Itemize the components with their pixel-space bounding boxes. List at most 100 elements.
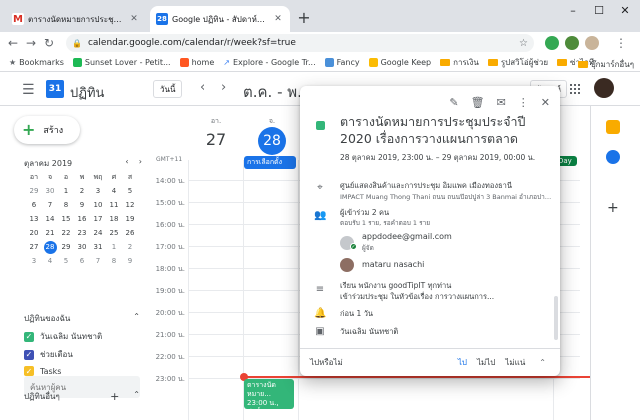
- email-icon[interactable]: ✉: [497, 96, 506, 109]
- mini-day[interactable]: 10: [90, 198, 106, 212]
- tab-gmail[interactable]: M ตารางนัดหมายการประชุมประจำปี 2020 ✕: [6, 6, 146, 32]
- mini-day[interactable]: 1: [106, 240, 122, 254]
- rsvp-maybe-button[interactable]: ไม่แน่: [505, 356, 525, 369]
- mini-day[interactable]: 18: [106, 212, 122, 226]
- mini-day[interactable]: 30: [42, 184, 58, 198]
- mini-day[interactable]: 2: [74, 184, 90, 198]
- checkbox-icon[interactable]: ✓: [24, 349, 34, 360]
- extension-icon[interactable]: [545, 36, 559, 50]
- mini-day[interactable]: 9: [74, 198, 90, 212]
- mini-day[interactable]: 17: [90, 212, 106, 226]
- delete-icon[interactable]: 🗑: [471, 96, 485, 109]
- reload-icon[interactable]: ↻: [40, 36, 58, 50]
- mini-day[interactable]: 13: [26, 212, 42, 226]
- mini-day[interactable]: 6: [26, 198, 42, 212]
- checkbox-icon[interactable]: ✓: [24, 366, 34, 376]
- previous-week-icon[interactable]: ‹: [200, 80, 205, 95]
- bookmark-item[interactable]: Sunset Lover - Petit...: [72, 58, 171, 67]
- close-icon[interactable]: ✕: [128, 14, 140, 24]
- mini-day[interactable]: 22: [58, 226, 74, 240]
- checkbox-icon[interactable]: ✓: [24, 331, 34, 342]
- mini-day[interactable]: 4: [42, 254, 58, 268]
- mini-day[interactable]: 9: [122, 254, 138, 268]
- bookmark-item[interactable]: ↗ Explore - Google Tr...: [223, 58, 315, 67]
- keep-icon[interactable]: [606, 120, 620, 134]
- event-block[interactable]: ตารางนัดหมาย... 23:00 น., ศูนย์แ: [244, 379, 294, 409]
- tasks-icon[interactable]: [606, 150, 620, 164]
- mini-day[interactable]: 24: [90, 226, 106, 240]
- popup-scrollbar[interactable]: [554, 296, 558, 340]
- other-calendars-header[interactable]: ปฏิทินอื่นๆ + ⌃: [24, 390, 140, 403]
- allday-event-chip[interactable]: การเลือกตั้ง: [244, 156, 296, 169]
- mini-day[interactable]: 12: [122, 198, 138, 212]
- other-bookmarks[interactable]: บุ๊กมาร์กอื่นๆ: [577, 58, 634, 71]
- mini-day[interactable]: 5: [122, 184, 138, 198]
- mini-day[interactable]: 29: [58, 240, 74, 254]
- maximize-button[interactable]: ☐: [588, 4, 610, 17]
- minimize-button[interactable]: –: [562, 4, 584, 17]
- my-calendars-header[interactable]: ปฏิทินของฉัน ⌃: [24, 312, 140, 325]
- tab-calendar[interactable]: 28 Google ปฏิทิน - สัปดาห์ของวันที่ 27..…: [150, 6, 290, 32]
- bookmark-item[interactable]: ★ Bookmarks: [9, 58, 64, 67]
- next-week-icon[interactable]: ›: [221, 80, 226, 95]
- create-button[interactable]: + สร้าง: [14, 116, 80, 144]
- bookmark-folder[interactable]: การเงิน: [440, 56, 479, 69]
- mini-day[interactable]: 3: [26, 254, 42, 268]
- mini-day[interactable]: 15: [58, 212, 74, 226]
- calendar-list-item[interactable]: ✓ Tasks: [24, 366, 61, 376]
- chevron-right-icon[interactable]: ›: [139, 157, 142, 166]
- bookmark-item[interactable]: home: [179, 58, 214, 67]
- mini-day[interactable]: 21: [42, 226, 58, 240]
- mini-day[interactable]: 7: [90, 254, 106, 268]
- calendar-list-item[interactable]: ✓ วันเฉลิม นันทชาติ: [24, 330, 102, 343]
- chevron-up-icon[interactable]: ⌃: [539, 358, 546, 367]
- main-menu-icon[interactable]: ☰: [22, 82, 35, 98]
- profile-icon[interactable]: [585, 36, 599, 50]
- bookmark-star-icon[interactable]: ☆: [519, 38, 528, 49]
- location-name[interactable]: ศูนย์แสดงสินค้าและการประชุม อิมแพค เมือง…: [340, 180, 555, 192]
- mini-day[interactable]: 8: [106, 254, 122, 268]
- day-number[interactable]: 27: [196, 130, 236, 149]
- add-calendar-icon[interactable]: +: [110, 390, 119, 403]
- avatar[interactable]: [594, 78, 614, 98]
- close-icon[interactable]: ✕: [272, 14, 284, 24]
- today-day-number[interactable]: 28: [258, 127, 286, 155]
- mini-day[interactable]: 11: [106, 198, 122, 212]
- bookmark-item[interactable]: Google Keep: [368, 58, 431, 67]
- more-options-icon[interactable]: ⋮: [518, 96, 529, 109]
- guest-email[interactable]: mataru nasachi: [362, 260, 424, 269]
- extension-icon[interactable]: [565, 36, 579, 50]
- guest-email[interactable]: appdodee@gmail.com: [362, 232, 452, 241]
- mini-day[interactable]: 29: [26, 184, 42, 198]
- mini-day[interactable]: 25: [106, 226, 122, 240]
- mini-day[interactable]: 16: [74, 212, 90, 226]
- mini-day[interactable]: 4: [106, 184, 122, 198]
- bookmark-item[interactable]: Fancy: [324, 58, 360, 67]
- back-icon[interactable]: ←: [4, 36, 22, 50]
- rsvp-no-button[interactable]: ไม่ไป: [477, 356, 495, 369]
- mini-day[interactable]: 19: [122, 212, 138, 226]
- chevron-left-icon[interactable]: ‹: [125, 157, 128, 166]
- mini-day[interactable]: 20: [26, 226, 42, 240]
- rsvp-yes-button[interactable]: ไป: [458, 356, 467, 369]
- today-button[interactable]: วันนี้: [153, 80, 183, 98]
- new-tab-button[interactable]: +: [294, 8, 314, 27]
- add-addon-icon[interactable]: +: [607, 200, 619, 216]
- mini-day[interactable]: 31: [90, 240, 106, 254]
- mini-day[interactable]: 2: [122, 240, 138, 254]
- forward-icon[interactable]: →: [22, 36, 40, 50]
- mini-day[interactable]: 27: [26, 240, 42, 254]
- mini-day[interactable]: 1: [58, 184, 74, 198]
- mini-day[interactable]: 23: [74, 226, 90, 240]
- window-close-button[interactable]: ✕: [614, 4, 636, 17]
- mini-day[interactable]: 30: [74, 240, 90, 254]
- bookmark-folder[interactable]: รูปสวิโอ่ผู้ช่วย: [487, 56, 548, 69]
- address-bar[interactable]: 🔒 calendar.google.com/calendar/r/week?sf…: [66, 34, 534, 52]
- mini-day[interactable]: 8: [58, 198, 74, 212]
- mini-day[interactable]: 14: [42, 212, 58, 226]
- mini-day[interactable]: 6: [74, 254, 90, 268]
- calendar-list-item[interactable]: ✓ ช่วยเตือน: [24, 348, 73, 361]
- chevron-up-icon[interactable]: ⌃: [133, 390, 140, 403]
- apps-grid-icon[interactable]: [570, 84, 580, 94]
- edit-icon[interactable]: ✎: [449, 96, 458, 109]
